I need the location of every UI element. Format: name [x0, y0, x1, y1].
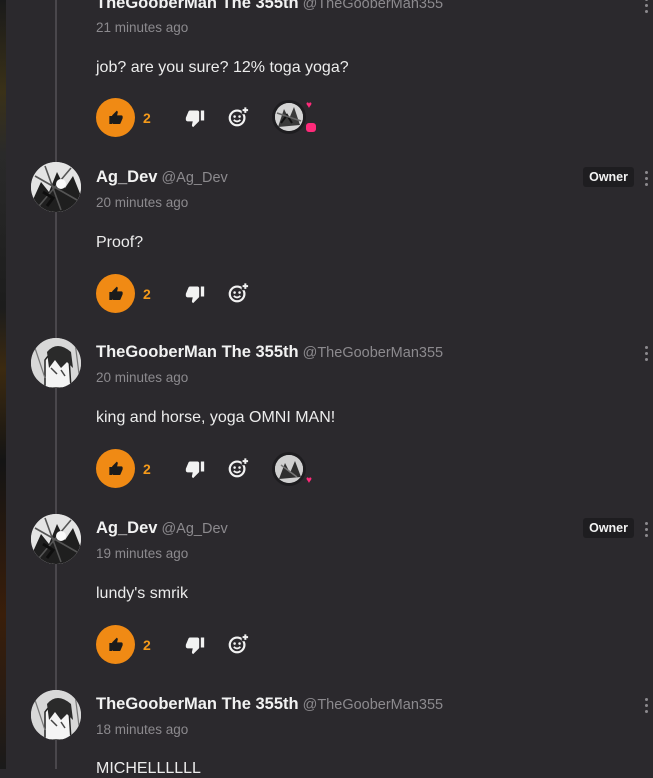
thumbs-down-icon[interactable]: [185, 459, 205, 479]
comment-timestamp: 18 minutes ago: [96, 722, 189, 737]
avatar[interactable]: [31, 162, 81, 212]
comment-text: job? are you sure? 12% toga yoga?: [96, 59, 349, 76]
comment-handle: @TheGooberMan355: [302, 0, 444, 12]
comment-author[interactable]: TheGooberMan The 355th @TheGooberMan355: [96, 343, 443, 362]
add-reaction-icon[interactable]: [227, 457, 249, 479]
comment-handle: @TheGooberMan355: [302, 697, 444, 713]
thumbs-up-icon: [108, 637, 123, 651]
like-button[interactable]: [96, 98, 135, 137]
comment-text: king and horse, yoga OMNI MAN!: [96, 409, 336, 426]
more-vertical-icon[interactable]: [643, 0, 649, 16]
background-edge: [0, 0, 6, 769]
thumbs-down-icon[interactable]: [185, 284, 205, 304]
reaction-avatar[interactable]: [275, 455, 303, 483]
comment-timestamp: 19 minutes ago: [96, 546, 189, 561]
comment-timestamp: 21 minutes ago: [96, 20, 189, 35]
comment-timestamp: 20 minutes ago: [96, 370, 189, 385]
thumbs-up-icon: [108, 286, 123, 300]
like-button[interactable]: [96, 625, 135, 664]
comment-timestamp: 20 minutes ago: [96, 195, 189, 210]
like-button[interactable]: [96, 449, 135, 488]
more-vertical-icon[interactable]: [643, 346, 649, 364]
thumbs-up-icon: [108, 110, 123, 124]
comment-text: MICHELLLLLL: [96, 760, 201, 777]
comment-handle: @Ag_Dev: [161, 521, 228, 537]
avatar[interactable]: [31, 338, 81, 388]
comment-handle: @TheGooberMan355: [302, 345, 444, 361]
like-button[interactable]: [96, 274, 135, 313]
heart-icon: ♥: [306, 100, 312, 111]
thumbs-down-icon[interactable]: [185, 108, 205, 128]
more-vertical-icon[interactable]: [643, 171, 649, 189]
comment-author[interactable]: TheGooberMan The 355th @TheGooberMan355: [96, 0, 443, 13]
avatar[interactable]: [31, 514, 81, 564]
comment-author[interactable]: Ag_Dev @Ag_Dev: [96, 519, 228, 538]
comment-author[interactable]: Ag_Dev @Ag_Dev: [96, 168, 228, 187]
comment-author[interactable]: TheGooberMan The 355th @TheGooberMan355: [96, 695, 443, 714]
comment-text: Proof?: [96, 234, 144, 251]
add-reaction-icon[interactable]: [227, 633, 249, 655]
comment-text: lundy's smrik: [96, 585, 188, 602]
more-vertical-icon[interactable]: [643, 522, 649, 540]
owner-badge: Owner: [583, 167, 634, 187]
owner-badge: Owner: [583, 518, 634, 538]
thumbs-up-icon: [108, 461, 123, 475]
like-count: 2: [143, 110, 151, 126]
like-count: 2: [143, 461, 151, 477]
like-count: 2: [143, 637, 151, 653]
comment-handle: @Ag_Dev: [161, 170, 228, 186]
avatar[interactable]: [31, 690, 81, 740]
reaction-avatar[interactable]: [275, 103, 303, 131]
heart-icon: ♥: [306, 475, 312, 486]
thumbs-down-icon[interactable]: [185, 635, 205, 655]
reaction-badge: [306, 123, 316, 132]
add-reaction-icon[interactable]: [227, 282, 249, 304]
add-reaction-icon[interactable]: [227, 106, 249, 128]
more-vertical-icon[interactable]: [643, 698, 649, 716]
like-count: 2: [143, 286, 151, 302]
